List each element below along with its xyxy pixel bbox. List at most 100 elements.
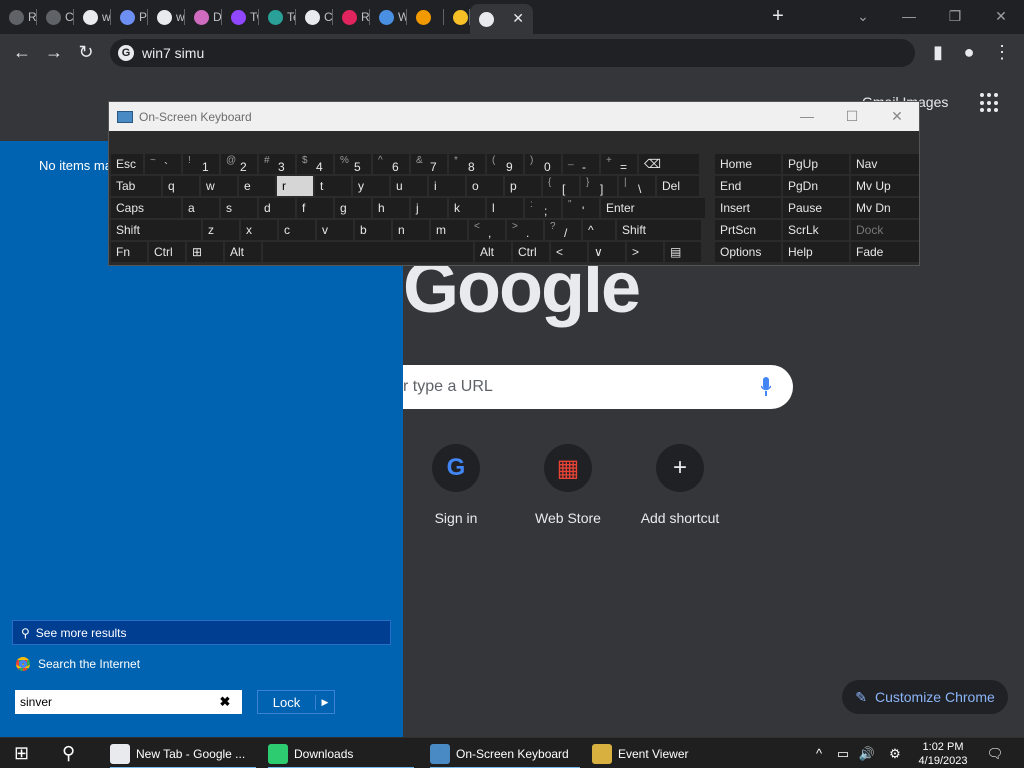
osk-key[interactable]: <, [469, 220, 505, 240]
osk-key[interactable]: Shift [617, 220, 701, 240]
osk-key[interactable]: m [431, 220, 467, 240]
osk-key[interactable]: Del [657, 176, 699, 196]
osk-nav-key[interactable]: Fade [851, 242, 919, 262]
osk-nav-key[interactable]: ScrLk [783, 220, 849, 240]
osk-key[interactable]: $4 [297, 154, 333, 174]
restore-window-button[interactable]: ❐ [942, 4, 968, 28]
osk-key[interactable]: b [355, 220, 391, 240]
volume-icon[interactable]: 🔊 [858, 745, 876, 763]
shortcut-sign-in[interactable]: G Sign in [400, 444, 512, 526]
osk-key[interactable]: l [487, 198, 523, 218]
osk-key[interactable]: Esc [111, 154, 143, 174]
microphone-icon[interactable] [761, 377, 771, 397]
close-window-button[interactable]: ✕ [988, 4, 1014, 28]
osk-nav-key[interactable]: Insert [715, 198, 781, 218]
lock-button[interactable]: Lock ▶ [257, 690, 335, 714]
osk-nav-key[interactable]: Help [783, 242, 849, 262]
browser-tab[interactable]: Rec [333, 0, 370, 34]
browser-tab[interactable]: Reli [0, 0, 37, 34]
osk-nav-key[interactable]: Nav [851, 154, 919, 174]
back-button[interactable]: ← [10, 41, 34, 65]
osk-key[interactable]: @2 [221, 154, 257, 174]
osk-key[interactable]: ! 1 [183, 154, 219, 174]
osk-key[interactable]: d [259, 198, 295, 218]
osk-key[interactable]: ? / [545, 220, 581, 240]
osk-key[interactable]: e [239, 176, 275, 196]
osk-nav-key[interactable]: Options [715, 242, 781, 262]
clear-search-icon[interactable]: ✖ [215, 694, 235, 710]
profile-icon[interactable]: ● [957, 41, 981, 65]
osk-key[interactable]: }] [581, 176, 617, 196]
osk-key[interactable]: | \ [619, 176, 655, 196]
osk-key[interactable]: ⊞ [187, 242, 223, 262]
osk-key[interactable]: #3 [259, 154, 295, 174]
osk-key[interactable]: < [551, 242, 587, 262]
osk-key[interactable]: Alt [225, 242, 261, 262]
osk-key[interactable]: ▤ [665, 242, 701, 262]
osk-key[interactable]: v [317, 220, 353, 240]
search-internet-button[interactable]: Search the Internet [16, 653, 140, 675]
browser-tab[interactable]: win [74, 0, 111, 34]
osk-key[interactable]: p [505, 176, 541, 196]
active-browser-tab[interactable]: ✕ [470, 4, 533, 34]
browser-tab[interactable]: Cre [296, 0, 333, 34]
osk-key[interactable]: + = [601, 154, 637, 174]
osk-key[interactable]: ^ 6 [373, 154, 409, 174]
osk-maximize-button[interactable]: ☐ [837, 106, 867, 126]
osk-key[interactable]: c [279, 220, 315, 240]
power-options-arrow-icon[interactable]: ▶ [316, 697, 334, 708]
address-input[interactable] [142, 45, 842, 61]
osk-key[interactable]: Fn [111, 242, 147, 262]
taskbar-app-button[interactable]: On-Screen Keyboard [430, 738, 584, 768]
osk-nav-key[interactable]: PgUp [783, 154, 849, 174]
osk-key[interactable]: Alt [475, 242, 511, 262]
tab-search-icon[interactable]: ⌄ [850, 4, 876, 28]
forward-button[interactable]: → [42, 41, 66, 65]
browser-tab[interactable]: Ter [259, 0, 296, 34]
osk-key[interactable]: > [627, 242, 663, 262]
osk-key[interactable]: w [201, 176, 237, 196]
osk-key[interactable]: r [277, 176, 313, 196]
taskbar-app-button[interactable]: Downloads [268, 738, 418, 768]
new-tab-button[interactable]: + [768, 6, 788, 26]
minimize-window-button[interactable]: — [896, 4, 922, 28]
osk-key[interactable]: & 7 [411, 154, 447, 174]
tray-overflow-icon[interactable]: ^ [810, 745, 828, 763]
osk-key[interactable]: s [221, 198, 257, 218]
osk-nav-key[interactable]: Pause [783, 198, 849, 218]
osk-nav-key[interactable]: PrtScn [715, 220, 781, 240]
osk-nav-key[interactable]: Home [715, 154, 781, 174]
osk-key[interactable]: ) 0 [525, 154, 561, 174]
taskbar-app-button[interactable]: New Tab - Google ... [110, 738, 260, 768]
osk-key[interactable]: ⌫ [639, 154, 699, 174]
notification-icon[interactable]: 🗨 [986, 745, 1004, 763]
osk-minimize-button[interactable]: — [792, 106, 822, 126]
osk-key[interactable]: Caps [111, 198, 181, 218]
osk-key[interactable]: g [335, 198, 371, 218]
chrome-menu-icon[interactable]: ⋮ [990, 41, 1014, 65]
osk-key[interactable]: ~ ` [145, 154, 181, 174]
osk-key[interactable]: * 8 [449, 154, 485, 174]
shortcut-add[interactable]: + Add shortcut [624, 444, 736, 526]
lock-label[interactable]: Lock [258, 694, 316, 710]
osk-key[interactable]: Ctrl [513, 242, 549, 262]
taskbar-clock[interactable]: 1:02 PM 4/19/2023 [910, 738, 976, 768]
osk-nav-key[interactable]: End [715, 176, 781, 196]
start-search-box[interactable]: ✖ [15, 690, 242, 714]
osk-key[interactable]: Tab [111, 176, 161, 196]
reload-button[interactable]: ↻ [74, 41, 98, 65]
browser-tab[interactable] [444, 0, 470, 34]
address-bar[interactable]: G [110, 39, 915, 67]
osk-key[interactable]: z [203, 220, 239, 240]
osk-key[interactable] [263, 242, 473, 262]
settings-icon[interactable]: ⚙ [886, 745, 904, 763]
osk-nav-key[interactable]: Mv Up [851, 176, 919, 196]
osk-nav-key[interactable]: PgDn [783, 176, 849, 196]
browser-tab[interactable] [407, 0, 444, 34]
osk-key[interactable]: % 5 [335, 154, 371, 174]
osk-key[interactable]: t [315, 176, 351, 196]
osk-key[interactable]: h [373, 198, 409, 218]
browser-tab[interactable]: Cla [37, 0, 74, 34]
osk-key[interactable]: a [183, 198, 219, 218]
osk-key[interactable]: >. [507, 220, 543, 240]
